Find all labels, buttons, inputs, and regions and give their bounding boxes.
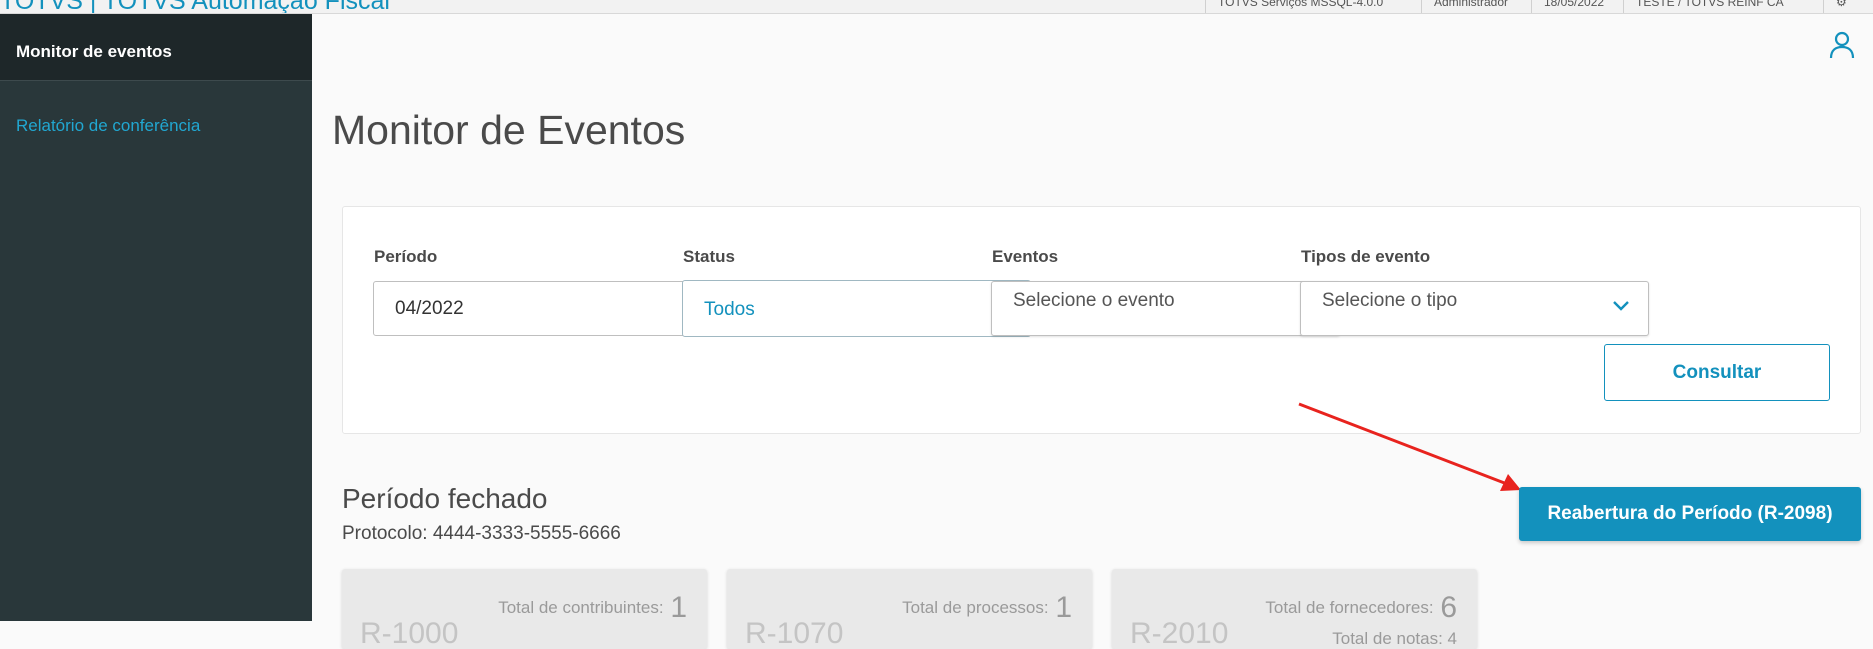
sidebar: Monitor de eventos Relatório de conferên… (0, 14, 312, 621)
consultar-button[interactable]: Consultar (1604, 344, 1830, 401)
protocol-text: Protocolo: 4444-3333-5555-6666 (342, 523, 621, 544)
status-select-value: Todos (704, 299, 755, 320)
main-content: Monitor de Eventos Período 04/2022 Statu… (312, 14, 1873, 649)
topbar-user[interactable]: Administrador (1421, 0, 1520, 13)
card-stat: Total de fornecedores: 6 (1265, 591, 1457, 625)
topbar-date: 18/05/2022 (1531, 0, 1616, 13)
app-brand[interactable]: TOTVS | TOTVS Automação Fiscal (0, 0, 390, 13)
card-stat-value: 6 (1440, 591, 1457, 624)
eventos-select-placeholder: Selecione o evento (1013, 290, 1175, 311)
summary-card-r2010[interactable]: R-2010 Total de fornecedores: 6 Total de… (1112, 569, 1477, 649)
topbar-company[interactable]: TESTE / TOTVS REINF CA (1623, 0, 1796, 13)
summary-card-r1000[interactable]: R-1000 Total de contribuintes: 1 (342, 569, 707, 649)
topbar-system-info: TOTVS Serviços MSSQL-4.0.0 (1205, 0, 1395, 13)
chevron-down-icon (1613, 301, 1629, 311)
card-stat: Total de processos: 1 (902, 591, 1072, 625)
period-status-title: Período fechado (342, 483, 548, 514)
annotation-arrow (1298, 402, 1521, 491)
card-stat-secondary: Total de notas: 4 (1332, 629, 1457, 648)
summary-card-r1070[interactable]: R-1070 Total de processos: 1 (727, 569, 1092, 649)
eventos-label: Eventos (992, 247, 1059, 266)
card-stat-label: Total de fornecedores: (1265, 598, 1434, 617)
reopen-period-button[interactable]: Reabertura do Período (R-2098) (1519, 487, 1861, 541)
periodo-input[interactable]: 04/2022 (373, 281, 722, 336)
periodo-label: Período (374, 247, 438, 266)
card-stat: Total de contribuintes: 1 (498, 591, 687, 625)
user-icon[interactable] (1829, 31, 1855, 59)
card-stat-label: Total de processos: (902, 598, 1049, 617)
tipos-select[interactable]: Selecione o tipo (1300, 281, 1649, 336)
card-event-code: R-1070 (745, 617, 844, 649)
card-stat-value: 1 (1055, 591, 1072, 624)
top-bar: TOTVS | TOTVS Automação Fiscal TOTVS Ser… (0, 0, 1873, 14)
tipos-select-placeholder: Selecione o tipo (1322, 290, 1458, 311)
status-select[interactable]: Todos (682, 280, 1031, 337)
status-label: Status (683, 247, 735, 266)
sidebar-item-relatorio-de-conferencia[interactable]: Relatório de conferência (0, 81, 312, 136)
sidebar-item-monitor-de-eventos[interactable]: Monitor de eventos (0, 14, 312, 81)
settings-icon[interactable]: ⚙ (1823, 0, 1859, 13)
card-event-code: R-2010 (1130, 617, 1229, 649)
tipos-label: Tipos de evento (1301, 247, 1431, 266)
card-stat-value: 1 (670, 591, 687, 624)
eventos-select[interactable]: Selecione o evento (991, 281, 1340, 336)
page-title: Monitor de Eventos (332, 107, 686, 153)
card-stat-label: Total de contribuintes: (498, 598, 664, 617)
card-event-code: R-1000 (360, 617, 459, 649)
